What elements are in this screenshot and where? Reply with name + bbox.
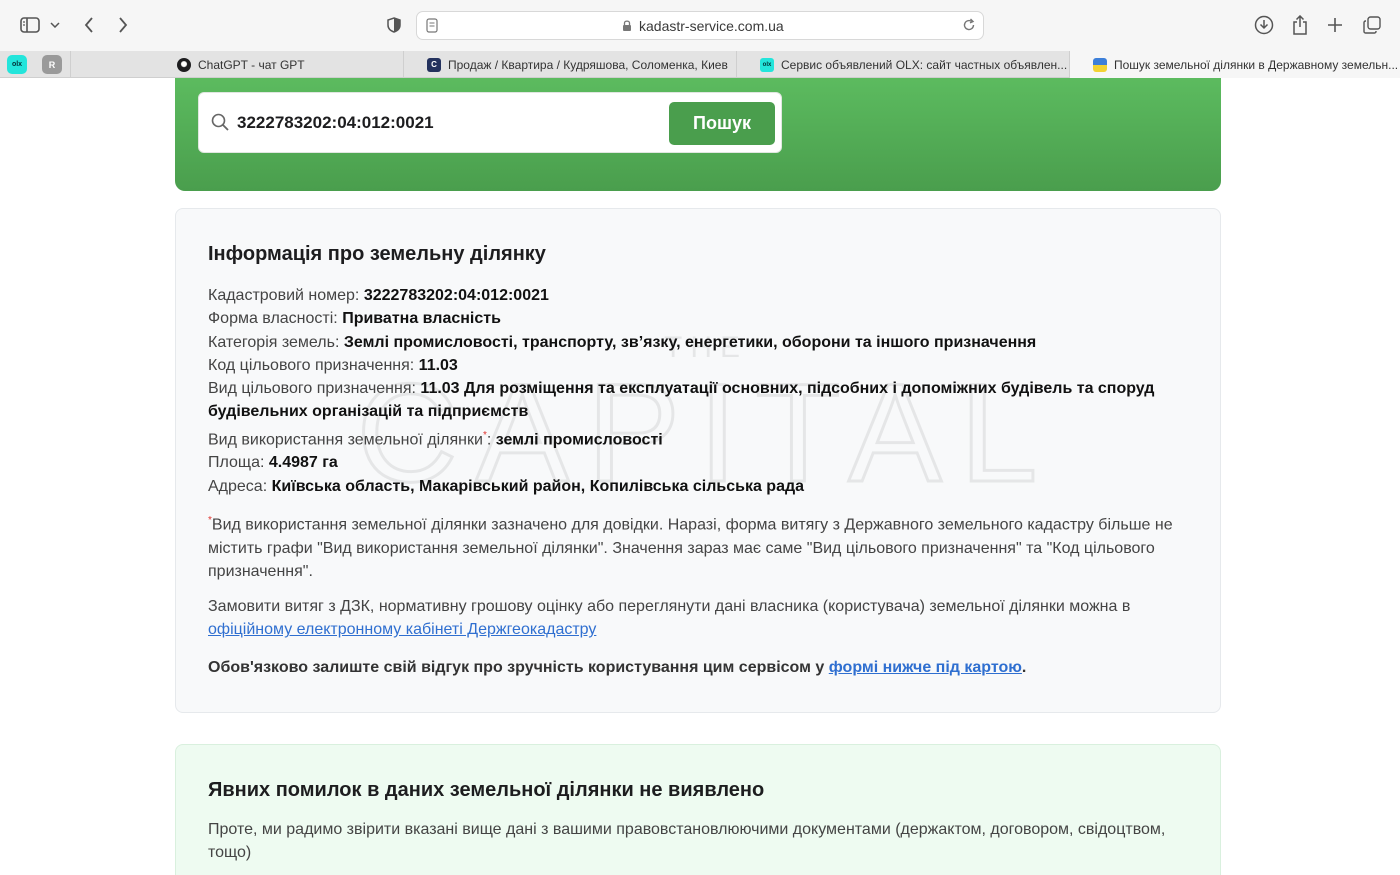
pinned-tab-olx[interactable]: olx — [7, 55, 27, 74]
reload-icon[interactable] — [962, 18, 976, 37]
field-cadastral-number: Кадастровий номер: 3222783202:04:012:002… — [208, 287, 549, 304]
feedback-form-link[interactable]: формі нижче під картою — [829, 659, 1022, 676]
tab-overview-icon[interactable] — [1361, 11, 1383, 39]
sidebar-toggle-icon[interactable] — [18, 11, 42, 39]
chevron-down-icon[interactable] — [48, 11, 62, 39]
ukraine-flag-icon — [1093, 57, 1107, 72]
field-purpose-type: Вид цільового призначення: 11.03 Для роз… — [208, 380, 1155, 421]
parcel-fields: Кадастровий номер: 3222783202:04:012:002… — [208, 284, 1188, 498]
order-extract-note: Замовити витяг з ДЗК, нормативну грошову… — [208, 598, 1131, 639]
new-tab-icon[interactable] — [1325, 11, 1345, 39]
feedback-note: Обов'язково залиште свій відгук про зруч… — [208, 659, 1027, 676]
site-logo-icon: C — [427, 57, 441, 72]
share-icon[interactable] — [1289, 11, 1311, 39]
search-box: Пошук — [198, 92, 782, 153]
tab-kadastr[interactable]: Пошук земельної ділянки в Державному зем… — [1069, 51, 1400, 78]
tab-apartment[interactable]: C Продаж / Квартира / Кудряшова, Соломен… — [403, 51, 736, 78]
field-ownership: Форма власності: Приватна власність — [208, 310, 501, 328]
cadastral-number-input[interactable] — [237, 106, 657, 140]
url-text: kadastr-service.com.ua — [639, 18, 784, 34]
privacy-shield-icon[interactable] — [384, 11, 404, 39]
usage-footnote: *Вид використання земельної ділянки зазн… — [208, 515, 1173, 580]
field-purpose-code: Код цільового призначення: 11.03 — [208, 356, 458, 374]
back-icon[interactable] — [80, 11, 98, 39]
search-button[interactable]: Пошук — [669, 102, 775, 145]
parcel-info-title: Інформація про земельну ділянку — [208, 243, 546, 265]
geocadastre-cabinet-link[interactable]: офіційному електронному кабінеті Держгео… — [208, 621, 596, 638]
tab-title: Продаж / Квартира / Кудряшова, Соломенка… — [448, 57, 728, 72]
parcel-info-card: THE CAPITAL Інформація про земельну діля… — [175, 208, 1221, 713]
olx-icon: olx — [11, 61, 23, 68]
tab-title: Пошук земельної ділянки в Державному зем… — [1114, 57, 1399, 72]
tab-chatgpt[interactable]: ✺ ChatGPT - чат GPT — [70, 51, 403, 78]
field-area: Площа: 4.4987 га — [208, 454, 338, 472]
search-hero: Пошук — [175, 78, 1221, 191]
pinned-tab-r[interactable]: R — [42, 55, 62, 74]
browser-toolbar: kadastr-service.com.ua — [0, 0, 1400, 51]
field-land-category: Категорія земель: Землі промисловості, т… — [208, 333, 1037, 351]
field-address: Адреса: Київська область, Макарівський р… — [208, 477, 805, 495]
tab-title: ChatGPT - чат GPT — [198, 57, 305, 72]
r-icon: R — [48, 59, 56, 70]
page-icon — [426, 18, 438, 38]
address-bar[interactable]: kadastr-service.com.ua — [416, 11, 984, 40]
tab-title: Сервис объявлений OLX: сайт частных объя… — [781, 57, 1068, 72]
olx-icon: olx — [760, 57, 774, 72]
no-errors-card: Явних помилок в даних земельної ділянки … — [175, 744, 1221, 875]
tab-olx[interactable]: olx Сервис объявлений OLX: сайт частных … — [736, 51, 1069, 78]
openai-icon: ✺ — [177, 57, 191, 72]
search-icon — [211, 113, 229, 136]
lock-icon — [622, 19, 632, 37]
field-usage-type: Вид використання земельної ділянки*: зем… — [208, 429, 663, 449]
no-errors-title: Явних помилок в даних земельної ділянки … — [208, 779, 765, 801]
download-icon[interactable] — [1252, 11, 1276, 39]
page-content: Пошук THE CAPITAL Інформація про земельн… — [0, 78, 1400, 875]
tab-bar: olx R ✺ ChatGPT - чат GPT C Продаж / Ква… — [0, 51, 1400, 78]
forward-icon[interactable] — [114, 11, 132, 39]
no-errors-text: Проте, ми радимо звірити вказані вище да… — [208, 821, 1166, 862]
